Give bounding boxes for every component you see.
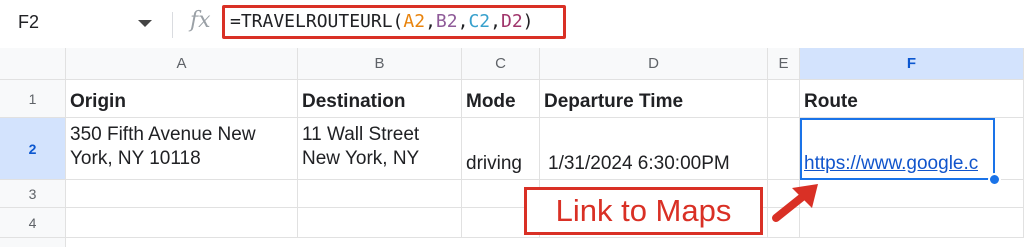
active-cell-selection <box>800 118 995 180</box>
formula-comma: , <box>490 11 501 32</box>
cell-a2[interactable]: 350 Fifth Avenue New York, NY 10118 <box>66 118 298 180</box>
divider <box>172 12 173 38</box>
column-header-f[interactable]: F <box>800 48 1024 80</box>
cell-b4[interactable] <box>298 208 462 238</box>
annotation-callout: Link to Maps <box>524 187 763 235</box>
fill-handle[interactable] <box>988 173 1001 186</box>
table-row: 4 <box>0 208 1024 238</box>
formula-comma: , <box>457 11 469 32</box>
table-row: 3 <box>0 180 1024 208</box>
arrow-icon <box>772 184 818 222</box>
column-header-c[interactable]: C <box>462 48 540 80</box>
cell-d2[interactable]: 1/31/2024 6:30:00PM <box>540 118 768 180</box>
cell-d1[interactable]: Departure Time <box>540 80 768 118</box>
name-box[interactable]: F2 <box>18 12 39 33</box>
column-header-b[interactable]: B <box>298 48 462 80</box>
cell-a2-line2: York, NY 10118 <box>70 148 201 169</box>
column-header-row: A B C D E F <box>0 48 1024 80</box>
table-row <box>0 238 1024 247</box>
cell-c2[interactable]: driving <box>462 118 540 180</box>
select-all-corner[interactable] <box>0 48 66 80</box>
row-header-2[interactable]: 2 <box>0 118 66 180</box>
formula-bar: F2 fx =TRAVELROUTEURL(A2,B2,C2,D2) <box>0 0 1024 48</box>
column-header-d[interactable]: D <box>540 48 768 80</box>
formula-comma: , <box>425 11 436 32</box>
column-header-a[interactable]: A <box>66 48 298 80</box>
column-header-e[interactable]: E <box>768 48 800 80</box>
chevron-down-icon[interactable] <box>138 20 152 27</box>
cell-b1[interactable]: Destination <box>298 80 462 118</box>
formula-arg-b2: B2 <box>435 11 458 32</box>
row-header-5[interactable] <box>0 238 66 247</box>
cell-a4[interactable] <box>66 208 298 238</box>
formula-input[interactable]: =TRAVELROUTEURL(A2,B2,C2,D2) <box>222 5 566 39</box>
formula-arg-c2: C2 <box>468 11 491 32</box>
cell-c1[interactable]: Mode <box>462 80 540 118</box>
cell-b2-line1: 11 Wall Street <box>302 124 420 145</box>
cell-f1[interactable]: Route <box>800 80 1024 118</box>
formula-close-paren: ) <box>522 11 534 32</box>
row-header-4[interactable]: 4 <box>0 208 66 238</box>
cell-f4[interactable] <box>800 208 1024 238</box>
fx-icon: fx <box>190 8 211 33</box>
row-header-1[interactable]: 1 <box>0 80 66 118</box>
formula-function: =TRAVELROUTEURL( <box>230 11 404 32</box>
cell-a1[interactable]: Origin <box>66 80 298 118</box>
row-header-3[interactable]: 3 <box>0 180 66 208</box>
formula-arg-d2: D2 <box>500 11 523 32</box>
cell-e1[interactable] <box>768 80 800 118</box>
cell-a2-line1: 350 Fifth Avenue New <box>70 124 256 145</box>
cell-a3[interactable] <box>66 180 298 208</box>
table-row: 1 Origin Destination Mode Departure Time… <box>0 80 1024 118</box>
cell-e2[interactable] <box>768 118 800 180</box>
cell-b2[interactable]: 11 Wall Street New York, NY <box>298 118 462 180</box>
cell-b2-line2: New York, NY <box>302 148 420 169</box>
cell-b3[interactable] <box>298 180 462 208</box>
formula-arg-a2: A2 <box>403 11 426 32</box>
